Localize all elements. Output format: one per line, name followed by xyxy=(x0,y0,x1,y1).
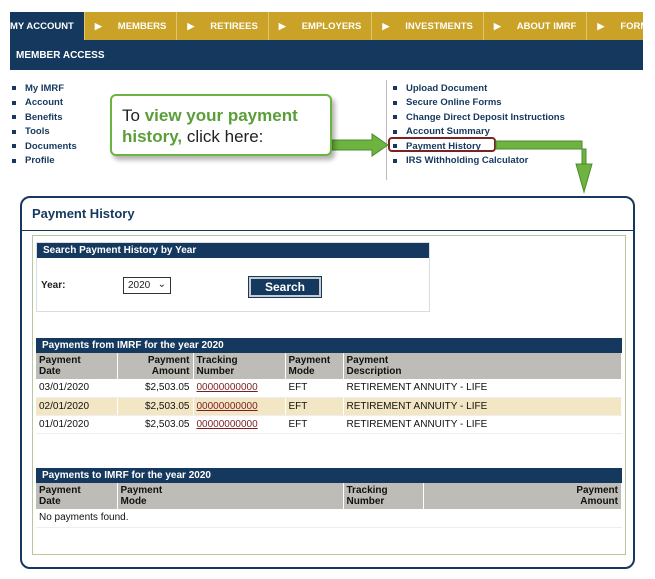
table-header-row: Payment Date Payment Mode Tracking Number P… xyxy=(36,483,622,509)
cell-date: 02/01/2020 xyxy=(36,397,118,416)
callout-suffix: click here: xyxy=(182,127,264,146)
col-payment-mode: Payment Mode xyxy=(285,353,344,379)
payments-from-header: Payments from IMRF for the year 2020 xyxy=(36,338,622,353)
payments-to-header: Payments to IMRF for the year 2020 xyxy=(36,468,622,483)
tracking-link[interactable]: 00000000000 xyxy=(197,419,258,430)
table-header-row: Payment Date Payment Amount Tracking Number… xyxy=(36,353,622,379)
title-rule xyxy=(22,230,633,231)
arrow-to-link xyxy=(331,133,389,157)
table-row: 02/01/2020 $2,503.05 00000000000 EFT RET… xyxy=(36,397,622,416)
search-button[interactable]: Search xyxy=(248,276,322,298)
cell-mode: EFT xyxy=(285,415,344,434)
search-section: Search Payment History by Year Year: 202… xyxy=(36,242,430,312)
arrow-down xyxy=(495,140,593,194)
col-payment-amount: Payment Amount xyxy=(117,353,194,379)
tracking-link[interactable]: 00000000000 xyxy=(197,382,258,393)
payment-history-panel: Payment History Search Payment History b… xyxy=(20,196,635,569)
cell-amount: $2,503.05 xyxy=(117,379,194,398)
search-header: Search Payment History by Year xyxy=(37,243,429,258)
table-row: No payments found. xyxy=(36,509,622,528)
cell-date: 01/01/2020 xyxy=(36,415,118,434)
cell-date: 03/01/2020 xyxy=(36,379,118,398)
instruction-callout: To view your payment history, click here… xyxy=(110,94,332,156)
cell-description: RETIREMENT ANNUITY - LIFE xyxy=(343,397,622,416)
table-row: 03/01/2020 $2,503.05 00000000000 EFT RET… xyxy=(36,379,622,398)
col-tracking-number: Tracking Number xyxy=(193,353,286,379)
col-payment-amount: Payment Amount xyxy=(423,483,622,509)
tracking-link[interactable]: 00000000000 xyxy=(197,401,258,412)
callout-prefix: To xyxy=(122,106,145,125)
col-payment-date: Payment Date xyxy=(36,483,118,509)
col-tracking-number: Tracking Number xyxy=(343,483,424,509)
empty-message: No payments found. xyxy=(36,509,622,528)
cell-tracking: 00000000000 xyxy=(193,379,286,398)
cell-amount: $2,503.05 xyxy=(117,415,194,434)
cell-amount: $2,503.05 xyxy=(117,397,194,416)
payments-to-section: Payments to IMRF for the year 2020 Payme… xyxy=(36,468,622,528)
cell-mode: EFT xyxy=(285,379,344,398)
year-select[interactable]: 2020 ⌄ xyxy=(123,277,171,294)
cell-tracking: 00000000000 xyxy=(193,415,286,434)
year-value: 2020 xyxy=(128,280,151,291)
col-payment-date: Payment Date xyxy=(36,353,118,379)
cell-description: RETIREMENT ANNUITY - LIFE xyxy=(343,415,622,434)
payments-from-table: Payment Date Payment Amount Tracking Number… xyxy=(36,353,622,434)
chevron-down-icon: ⌄ xyxy=(157,279,166,290)
year-label: Year: xyxy=(41,280,66,291)
col-payment-description: Payment Description xyxy=(343,353,622,379)
cell-description: RETIREMENT ANNUITY - LIFE xyxy=(343,379,622,398)
col-payment-mode: Payment Mode xyxy=(117,483,344,509)
payments-to-table: Payment Date Payment Mode Tracking Number P… xyxy=(36,483,622,528)
cell-tracking: 00000000000 xyxy=(193,397,286,416)
table-row: 01/01/2020 $2,503.05 00000000000 EFT RET… xyxy=(36,415,622,434)
payments-from-section: Payments from IMRF for the year 2020 Pay… xyxy=(36,338,622,434)
panel-title: Payment History xyxy=(32,206,135,221)
cell-mode: EFT xyxy=(285,397,344,416)
